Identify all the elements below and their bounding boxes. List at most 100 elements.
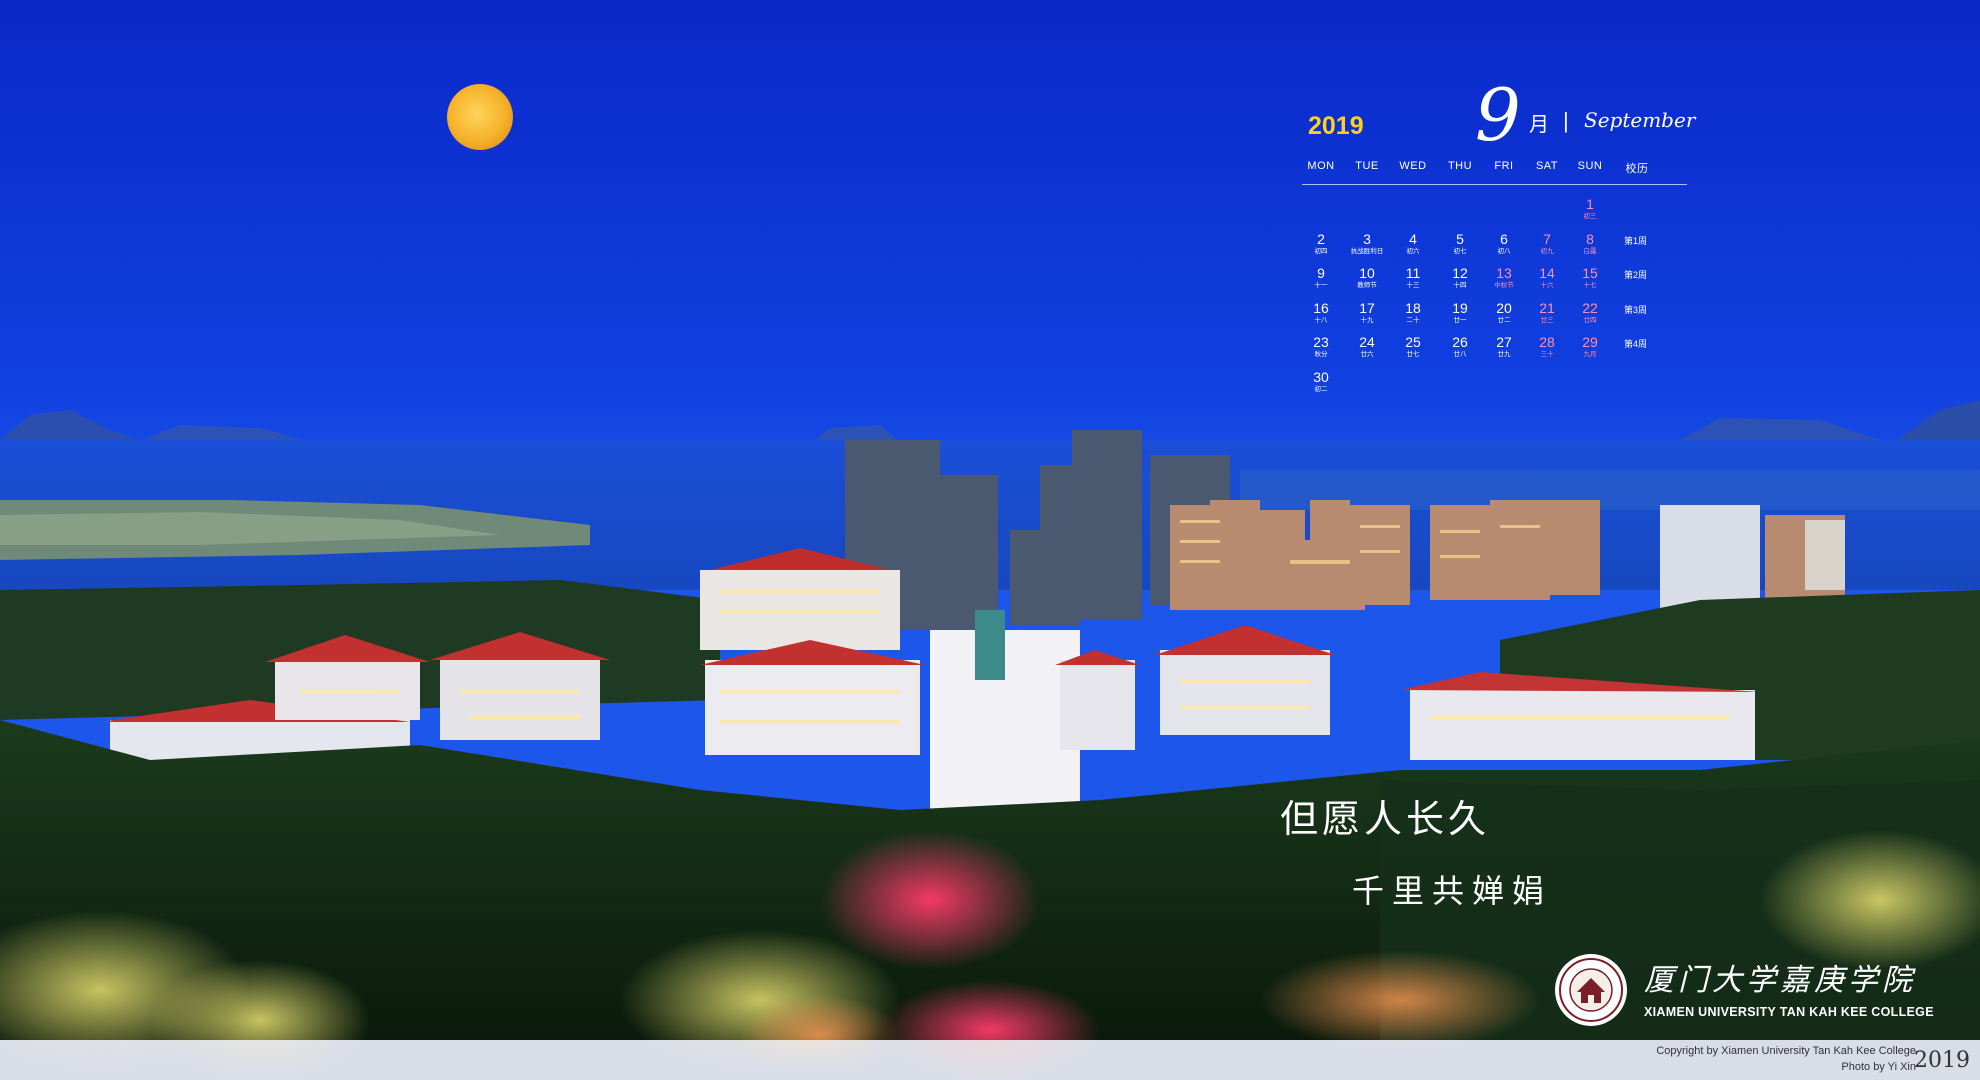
calendar-day: 6 初八: [1481, 231, 1527, 257]
calendar-day: 27 廿九: [1481, 334, 1527, 360]
day-number: 8: [1586, 230, 1594, 247]
calendar-day: 26 廿八: [1437, 334, 1483, 360]
lunar-label: 十九: [1360, 316, 1374, 324]
calendar-month-cn: 月: [1529, 114, 1549, 136]
calendar-day: 8 白露: [1567, 231, 1613, 257]
lunar-label: 初三: [1583, 213, 1597, 220]
calendar-day: 14 十六: [1524, 265, 1570, 291]
day-number: 1: [1586, 196, 1594, 212]
calendar-month-en: September: [1584, 108, 1696, 132]
day-number: 10: [1359, 265, 1375, 281]
lunar-label: 二十: [1406, 316, 1420, 324]
day-number: 7: [1543, 230, 1551, 247]
footer-year: 2019: [1914, 1048, 1970, 1073]
calendar-day: 23 秋分: [1298, 334, 1344, 360]
day-number: 30: [1313, 368, 1329, 385]
calendar-day: 30 初二: [1298, 369, 1344, 395]
lunar-label: 抗战胜利日: [1350, 247, 1384, 255]
school-week-label: 第3周: [1624, 304, 1648, 315]
lunar-label: 十四: [1453, 282, 1467, 289]
weekday-header: TUE: [1355, 160, 1379, 172]
day-number: 3: [1363, 230, 1371, 247]
lunar-label: 廿三: [1540, 316, 1554, 324]
calendar-divider: [1302, 184, 1687, 185]
calendar-month-separator: |: [1563, 108, 1569, 133]
day-number: 25: [1405, 334, 1421, 350]
calendar-day: 25 廿七: [1390, 334, 1436, 360]
school-week-label: 第2周: [1624, 270, 1648, 280]
school-week-label: 第4周: [1624, 339, 1648, 349]
lunar-label: 十六: [1540, 282, 1554, 289]
day-number: 22: [1582, 299, 1598, 316]
calendar-day: 10 教师节: [1344, 265, 1390, 291]
day-number: 29: [1582, 334, 1598, 350]
lunar-label: 廿四: [1583, 316, 1597, 324]
lunar-label: 初二: [1314, 385, 1328, 393]
day-number: 28: [1539, 334, 1555, 350]
calendar-day: 12 十四: [1437, 265, 1483, 291]
calendar-day: 28 三十: [1524, 334, 1570, 360]
day-number: 6: [1500, 230, 1508, 247]
day-number: 9: [1317, 265, 1325, 281]
lunar-label: 十一: [1314, 282, 1328, 289]
lunar-label: 教师节: [1357, 282, 1377, 289]
college-name-cn: 厦门大学嘉庚学院: [1644, 963, 1916, 998]
weekday-header: SUN: [1577, 160, 1603, 172]
poem-line-2: 千里共婵娟: [1352, 872, 1553, 910]
calendar-day: 29 九月: [1567, 334, 1613, 360]
weekday-header: THU: [1447, 160, 1473, 172]
calendar-grid: 1 初三 2 初四 3 抗战胜利日 4 初六 5 初七 6 初八 7 初九 8 白露 第1周 9 十一 10 教师节 11…: [1290, 196, 1685, 416]
calendar-year: 2019: [1308, 112, 1364, 140]
copyright-text: Copyright by Xiamen University Tan Kah K…: [1656, 1045, 1916, 1057]
lunar-label: 三十: [1540, 351, 1554, 358]
lunar-label: 十七: [1583, 282, 1597, 289]
day-number: 24: [1359, 334, 1375, 350]
lunar-label: 十三: [1406, 282, 1420, 289]
day-number: 13: [1496, 265, 1512, 281]
college-name-en: XIAMEN UNIVERSITY TAN KAH KEE COLLEGE: [1644, 1005, 1934, 1019]
day-number: 26: [1452, 334, 1468, 350]
weekday-header: WED: [1399, 160, 1427, 172]
calendar-day: 17 十九: [1344, 300, 1390, 326]
calendar-day: 1 初三: [1567, 196, 1613, 222]
school-calendar-header: 校历: [1625, 163, 1649, 175]
calendar-day: 16 十八: [1298, 300, 1344, 326]
day-number: 4: [1409, 230, 1417, 247]
calendar-day: 3 抗战胜利日: [1344, 231, 1390, 257]
lunar-label: 初四: [1314, 247, 1328, 255]
lunar-label: 初六: [1406, 247, 1420, 255]
calendar-day: 24 廿六: [1344, 334, 1390, 360]
calendar-day: 11 十三: [1390, 265, 1436, 291]
day-number: 18: [1405, 299, 1421, 316]
calendar-month-number: 9: [1475, 73, 1521, 157]
lunar-label: 廿九: [1497, 351, 1511, 358]
lunar-label: 十八: [1314, 316, 1328, 324]
lunar-label: 廿七: [1406, 351, 1420, 358]
college-seal-logo: [1553, 952, 1629, 1028]
calendar-day: 13 中秋节: [1481, 265, 1527, 291]
lunar-label: 白露: [1583, 247, 1597, 255]
day-number: 5: [1456, 230, 1464, 247]
calendar-header: 2019 9 月 | September MON TUE WED THU FRI…: [1290, 70, 1695, 185]
day-number: 21: [1539, 299, 1555, 316]
poem-line-1: 但愿人长久: [1280, 797, 1491, 841]
lunar-label: 初八: [1497, 247, 1511, 255]
lunar-label: 中秋节: [1494, 282, 1514, 289]
calendar-day: 4 初六: [1390, 231, 1436, 257]
moon: [447, 84, 513, 150]
calendar-day: 7 初九: [1524, 231, 1570, 257]
calendar-day: 20 廿二: [1481, 300, 1527, 326]
calendar-day: 15 十七: [1567, 265, 1613, 291]
day-number: 27: [1496, 334, 1512, 350]
calendar-day: 18 二十: [1390, 300, 1436, 326]
day-number: 14: [1539, 265, 1555, 281]
lunar-label: 廿一: [1453, 316, 1467, 324]
calendar-day: 21 廿三: [1524, 300, 1570, 326]
day-number: 16: [1313, 299, 1329, 316]
lunar-label: 廿二: [1497, 316, 1511, 324]
lunar-label: 秋分: [1314, 351, 1328, 358]
day-number: 20: [1496, 299, 1512, 316]
lunar-label: 廿六: [1360, 351, 1374, 358]
day-number: 17: [1359, 299, 1375, 316]
lunar-label: 廿八: [1453, 351, 1467, 358]
